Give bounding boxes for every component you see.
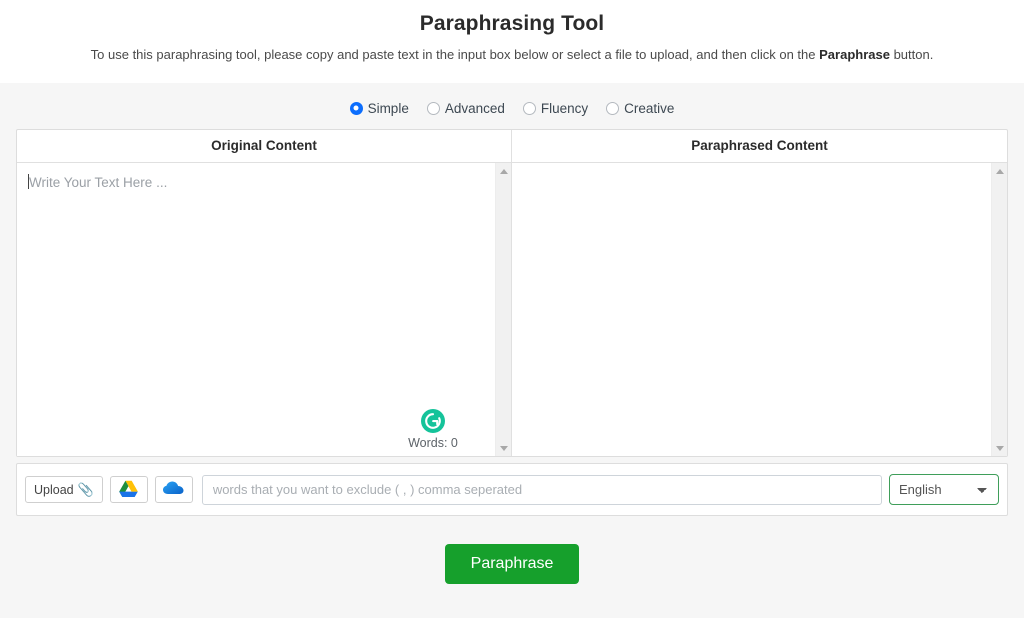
input-placeholder: Write Your Text Here ... [29, 175, 168, 190]
upload-button-label: Upload [34, 482, 74, 497]
original-content-header: Original Content [17, 130, 512, 162]
language-select[interactable]: English [889, 474, 999, 505]
mode-label-simple: Simple [367, 100, 409, 116]
subtitle-text-after: button. [889, 47, 934, 62]
toolbar: Upload 📎 words that you want to exclude … [16, 463, 1008, 516]
scroll-up-arrow-icon[interactable] [992, 163, 1007, 179]
mode-option-simple[interactable]: Simple [349, 100, 409, 116]
mode-label-advanced: Advanced [444, 100, 505, 116]
panel-headers: Original Content Paraphrased Content [17, 130, 1007, 162]
original-pane-scrollbar[interactable] [495, 163, 511, 456]
word-count-label: Words: 0 [408, 436, 458, 450]
submit-row: Paraphrase [0, 516, 1024, 584]
radio-advanced[interactable] [426, 101, 440, 115]
radio-creative[interactable] [606, 101, 620, 115]
paraphrased-pane-scrollbar[interactable] [991, 163, 1007, 456]
paraphrase-button[interactable]: Paraphrase [444, 544, 580, 584]
mode-label-fluency: Fluency [540, 100, 589, 116]
upload-button[interactable]: Upload 📎 [25, 476, 103, 503]
paperclip-icon: 📎 [77, 481, 94, 497]
subtitle-emphasis: Paraphrase [819, 47, 890, 62]
page-header: Paraphrasing Tool To use this paraphrasi… [0, 0, 1024, 83]
scroll-up-arrow-icon[interactable] [496, 163, 511, 179]
mode-label-creative: Creative [624, 100, 675, 116]
grammarly-icon[interactable] [421, 409, 445, 433]
main-content: Simple Advanced Fluency Creative Origina… [0, 83, 1024, 618]
panel-body: Write Your Text Here ... Words: 0 [17, 162, 1007, 456]
radio-fluency[interactable] [522, 101, 536, 115]
page-title: Paraphrasing Tool [419, 12, 605, 35]
radio-simple[interactable] [349, 101, 363, 115]
subtitle-text-before: To use this paraphrasing tool, please co… [90, 47, 820, 62]
mode-option-advanced[interactable]: Advanced [426, 100, 505, 116]
content-panel: Original Content Paraphrased Content Wri… [16, 129, 1008, 457]
mode-option-fluency[interactable]: Fluency [522, 100, 589, 116]
scroll-down-arrow-icon[interactable] [992, 440, 1007, 456]
onedrive-cloud-icon [163, 481, 184, 498]
paraphrased-content-pane[interactable] [512, 163, 1007, 456]
mode-selector: Simple Advanced Fluency Creative [0, 83, 1024, 129]
scroll-down-arrow-icon[interactable] [496, 440, 511, 456]
google-drive-icon [119, 480, 139, 500]
google-drive-button[interactable] [109, 476, 148, 503]
mode-option-creative[interactable]: Creative [606, 101, 674, 116]
original-content-pane[interactable]: Write Your Text Here ... Words: 0 [17, 163, 512, 456]
exclude-words-input[interactable] [201, 474, 882, 505]
word-count-area: Words: 0 [385, 409, 481, 450]
paraphrased-content-header: Paraphrased Content [691, 138, 828, 153]
page-subtitle: To use this paraphrasing tool, please co… [0, 47, 1024, 62]
onedrive-button[interactable] [154, 476, 193, 503]
